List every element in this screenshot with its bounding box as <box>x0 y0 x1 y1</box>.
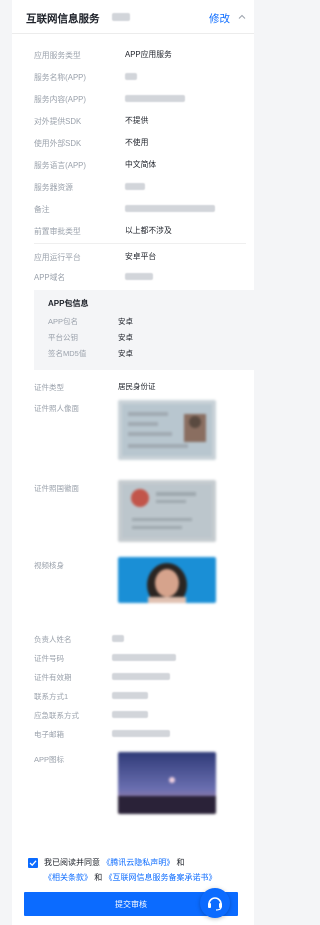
redacted-value <box>112 730 170 737</box>
redacted-value <box>125 73 137 80</box>
row-platform: 应用运行平台 安卓平台 <box>34 250 254 264</box>
section-title: 互联网信息服务 <box>26 13 100 25</box>
field-label: 前置审批类型 <box>34 227 81 236</box>
row-service-type: 应用服务类型 APP应用服务 <box>34 48 254 62</box>
field-value: 安卓平台 <box>125 252 157 261</box>
row-email: 电子邮箱 <box>34 727 254 741</box>
row-contact-name: 负责人姓名 <box>34 632 254 646</box>
redacted-value <box>125 205 215 212</box>
field-value: 安卓 <box>118 317 133 326</box>
redacted-title-suffix <box>112 13 130 21</box>
agreement-and: 和 <box>94 873 103 882</box>
row-service-content: 服务内容(APP) <box>34 92 254 106</box>
divider <box>34 243 246 244</box>
field-value: 不提供 <box>125 116 149 125</box>
video-verify-label: 视频核身 <box>34 561 64 570</box>
filing-detail-card: 互联网信息服务 修改 应用服务类型 APP应用服务 服务名称(APP) 服务内容… <box>12 0 254 925</box>
field-value: 安卓 <box>118 333 133 342</box>
id-card-back-image[interactable] <box>118 480 216 542</box>
id-card-front-image[interactable] <box>118 400 216 460</box>
agreement-block: 我已阅读并同意 《腾讯云隐私声明》 和 《相关条款》 和 《互联网信息服务备案承… <box>12 820 254 882</box>
row-pre-approval: 前置审批类型 以上都不涉及 <box>34 224 254 238</box>
agreement-text-line2: 《相关条款》 和 《互联网信息服务备案承诺书》 <box>44 872 216 883</box>
field-label: 平台公钥 <box>48 333 78 342</box>
agreement-text-line1: 我已阅读并同意 《腾讯云隐私声明》 和 <box>44 857 184 868</box>
field-label: 使用外部SDK <box>34 139 82 148</box>
field-label: 服务名称(APP) <box>34 73 86 82</box>
app-icon-image[interactable] <box>118 752 216 814</box>
agreement-checkbox[interactable] <box>28 858 38 868</box>
commitment-letter-link[interactable]: 《互联网信息服务备案承诺书》 <box>104 873 216 882</box>
video-verify-image[interactable] <box>118 557 216 603</box>
field-label: 负责人姓名 <box>34 635 72 644</box>
field-value: APP应用服务 <box>125 50 172 59</box>
package-row: 签名MD5值 安卓 <box>48 348 238 360</box>
redacted-value <box>112 635 124 642</box>
app-icon-label: APP图标 <box>34 755 65 764</box>
package-panel-title: APP包信息 <box>48 299 89 308</box>
field-label: 联系方式1 <box>34 692 69 701</box>
redacted-value <box>112 654 176 661</box>
section-header: 互联网信息服务 修改 <box>12 0 254 34</box>
field-label: 应急联系方式 <box>34 711 79 720</box>
related-terms-link[interactable]: 《相关条款》 <box>44 873 92 882</box>
field-label: APP域名 <box>34 273 66 282</box>
row-use-sdk: 使用外部SDK 不使用 <box>34 136 254 150</box>
package-row: APP包名 安卓 <box>48 316 238 328</box>
redacted-value <box>112 673 170 680</box>
headset-icon <box>208 897 222 911</box>
redacted-value <box>125 95 185 102</box>
field-label: 应用服务类型 <box>34 51 81 60</box>
row-server-resource: 服务器资源 <box>34 180 254 194</box>
field-label: 电子邮箱 <box>34 730 64 739</box>
redacted-value <box>112 692 148 699</box>
field-label: APP包名 <box>48 317 79 326</box>
redacted-value <box>125 183 145 190</box>
row-phone-1: 联系方式1 <box>34 689 254 703</box>
field-value: 不使用 <box>125 138 149 147</box>
row-service-language: 服务语言(APP) 中文简体 <box>34 158 254 172</box>
row-app-domain: APP域名 <box>34 270 254 284</box>
field-value: 以上都不涉及 <box>125 226 172 235</box>
field-label: 服务内容(APP) <box>34 95 86 104</box>
row-emergency-contact: 应急联系方式 <box>34 708 254 722</box>
row-cert-type: 证件类型 居民身份证 <box>34 380 254 394</box>
redacted-value <box>125 273 153 280</box>
redacted-value <box>112 711 148 718</box>
field-label: 对外提供SDK <box>34 117 82 126</box>
field-label: 服务器资源 <box>34 183 73 192</box>
agreement-and: 和 <box>176 858 185 867</box>
field-value: 居民身份证 <box>118 382 156 391</box>
field-label: 签名MD5值 <box>48 349 87 358</box>
row-remark: 备注 <box>34 202 254 216</box>
field-label: 备注 <box>34 205 50 214</box>
id-back-label: 证件照国徽面 <box>34 484 79 493</box>
package-row: 平台公钥 安卓 <box>48 332 238 344</box>
row-id-validity: 证件有效期 <box>34 670 254 684</box>
row-provide-sdk: 对外提供SDK 不提供 <box>34 114 254 128</box>
field-value: 安卓 <box>118 349 133 358</box>
check-icon <box>29 860 37 867</box>
row-id-number: 证件号码 <box>34 651 254 665</box>
agreement-prefix: 我已阅读并同意 <box>44 858 100 867</box>
field-label: 证件号码 <box>34 654 64 663</box>
chevron-up-icon[interactable] <box>238 13 246 21</box>
row-service-name: 服务名称(APP) <box>34 70 254 84</box>
field-value: 中文简体 <box>125 160 157 169</box>
id-front-label: 证件照人像面 <box>34 404 79 413</box>
privacy-statement-link[interactable]: 《腾讯云隐私声明》 <box>102 858 174 867</box>
customer-support-button[interactable] <box>200 888 230 918</box>
field-label: 证件类型 <box>34 383 64 392</box>
app-package-panel: APP包信息 APP包名 安卓 平台公钥 安卓 签名MD5值 安卓 <box>34 290 254 370</box>
edit-link[interactable]: 修改 <box>209 11 230 26</box>
field-label: 服务语言(APP) <box>34 161 86 170</box>
field-label: 证件有效期 <box>34 673 72 682</box>
field-label: 应用运行平台 <box>34 253 81 262</box>
